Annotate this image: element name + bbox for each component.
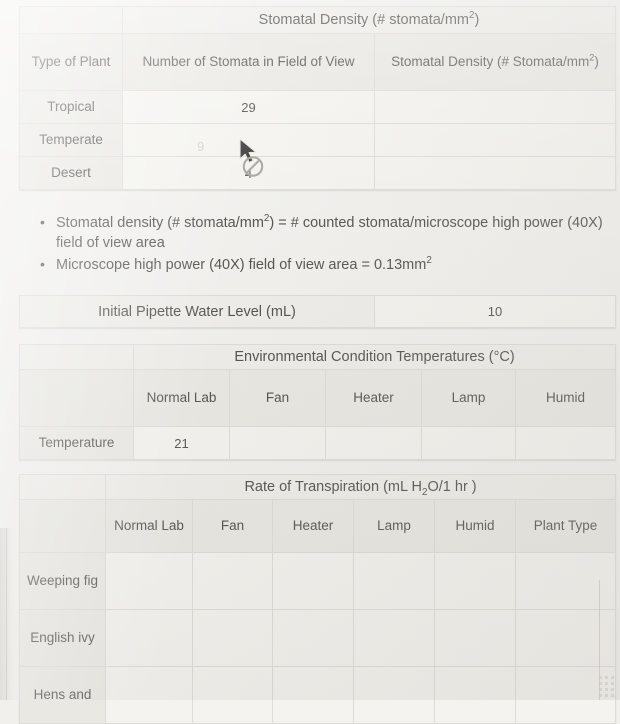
table-row: Tropical 29 (19, 90, 616, 124)
title-tail: ) (474, 12, 480, 28)
cell-english-ivy-lamp[interactable] (353, 609, 435, 667)
environmental-temperatures-table: Environmental Condition Temperatures (°C… (19, 344, 617, 460)
cell-tropical-count[interactable]: 29 (122, 90, 375, 124)
row-label-weeping-fig: Weeping fig (19, 552, 106, 610)
header-normal-lab: Normal Lab (105, 499, 193, 553)
cell-temperature-heater[interactable] (325, 426, 422, 460)
left-panel-seam (0, 528, 17, 700)
cell-weeping-fig-normal-lab[interactable] (105, 552, 193, 610)
header-heater: Heater (325, 369, 422, 427)
table-row-header: Normal Lab Fan Heater Lamp Humid (19, 369, 617, 427)
corner-cell-header (19, 499, 106, 553)
cell-desert-count[interactable]: 4 (122, 156, 375, 190)
cell-temperate-count[interactable] (122, 123, 375, 157)
table-row-title: Environmental Condition Temperatures (°C… (19, 344, 617, 370)
header-lamp: Lamp (421, 369, 516, 427)
table-row-title: Rate of Transpiration (mL H2O/1 hr ) (19, 474, 617, 500)
corner-cell (19, 474, 106, 500)
header-lamp: Lamp (353, 499, 435, 553)
rate-of-transpiration-table: Rate of Transpiration (mL H2O/1 hr ) Nor… (19, 474, 617, 724)
cell-temperature-fan[interactable] (229, 426, 326, 460)
cell-english-ivy-heater[interactable] (272, 609, 354, 667)
document-page: Stomatal Density (# stomata/mm2) Type of… (0, 0, 620, 724)
stomatal-density-table: Stomatal Density (# stomata/mm2) Type of… (19, 6, 616, 190)
list-item: Stomatal density (# stomata/mm2) = # cou… (40, 212, 620, 253)
cell-weeping-fig-plant-type[interactable] (514, 552, 617, 610)
resize-grip-handle[interactable] (599, 676, 617, 698)
cell-weeping-fig-fan[interactable] (192, 552, 273, 610)
corner-cell-header (19, 369, 134, 427)
cell-weeping-fig-heater[interactable] (272, 552, 354, 610)
cell-hens-and-lamp[interactable] (353, 666, 435, 724)
header-fan: Fan (192, 499, 273, 553)
row-label-hens-and: Hens and (19, 666, 106, 724)
row-label-tropical: Tropical (19, 90, 123, 124)
notes-list: Stomatal density (# stomata/mm2) = # cou… (34, 212, 620, 277)
cell-tropical-density[interactable] (374, 90, 616, 124)
cell-hens-and-humid[interactable] (434, 666, 516, 724)
cell-temperature-normal-lab[interactable]: 21 (133, 426, 230, 460)
table-row: Hens and (19, 666, 617, 724)
corner-cell (19, 344, 134, 370)
bullet-1-text-a: Stomatal density (# stomata/mm (56, 215, 264, 231)
header-density-tail: ) (594, 54, 599, 70)
pipette-water-level-table: Initial Pipette Water Level (mL) 10 (19, 295, 616, 328)
list-item: Microscope high power (40X) field of vie… (40, 254, 620, 275)
header-density-text: Stomatal Density (# Stomata/mm (391, 54, 590, 70)
table-row: English ivy (19, 609, 617, 667)
cell-english-ivy-normal-lab[interactable] (105, 609, 193, 667)
cell-english-ivy-humid[interactable] (434, 609, 516, 667)
table-row: Initial Pipette Water Level (mL) 10 (19, 295, 616, 328)
table-row-header: Type of Plant Number of Stomata in Field… (19, 33, 616, 91)
environment-title: Environmental Condition Temperatures (°C… (132, 344, 617, 370)
bullet-2-superscript: 2 (426, 255, 432, 267)
row-label-english-ivy: English ivy (19, 609, 106, 667)
table-row: Desert 4 (19, 156, 616, 190)
header-number-of-stomata: Number of Stomata in Field of View (122, 33, 375, 91)
pipette-value[interactable]: 10 (374, 295, 616, 328)
header-normal-lab: Normal Lab (133, 369, 230, 427)
cell-hens-and-normal-lab[interactable] (105, 666, 193, 724)
cell-english-ivy-plant-type[interactable] (514, 609, 617, 667)
table-row-header: Normal Lab Fan Heater Lamp Humid Plant T… (19, 499, 617, 553)
cell-english-ivy-fan[interactable] (192, 609, 273, 667)
cell-desert-density[interactable] (374, 156, 616, 190)
header-humid: Humid (514, 369, 617, 427)
table-row: Weeping fig (19, 552, 617, 610)
cell-temperate-density[interactable] (374, 123, 616, 157)
pipette-label: Initial Pipette Water Level (mL) (19, 295, 375, 328)
bullet-2-text-a: Microscope high power (40X) field of vie… (56, 257, 427, 273)
row-label-desert: Desert (19, 156, 123, 190)
cell-weeping-fig-humid[interactable] (434, 552, 516, 610)
row-label-temperature: Temperature (19, 426, 134, 460)
header-type-of-plant: Type of Plant (19, 33, 123, 91)
row-label-temperate: Temperate (19, 123, 123, 157)
cell-temperature-humid[interactable] (514, 426, 617, 460)
transpiration-title-b: O/1 hr ) (427, 479, 477, 495)
header-plant-type: Plant Type (514, 499, 617, 553)
cell-weeping-fig-lamp[interactable] (353, 552, 435, 610)
table-row: Temperate (19, 123, 616, 157)
header-stomatal-density: Stomatal Density (# Stomata/mm2) (374, 33, 616, 91)
table-row: Temperature 21 (19, 426, 617, 460)
title-text: Stomatal Density (# stomata/mm (258, 12, 469, 28)
header-humid: Humid (434, 499, 516, 553)
transpiration-title-a: Rate of Transpiration (mL H (244, 479, 422, 495)
transpiration-title: Rate of Transpiration (mL H2O/1 hr ) (104, 474, 617, 500)
header-heater: Heater (272, 499, 354, 553)
cell-hens-and-heater[interactable] (272, 666, 354, 724)
cell-hens-and-fan[interactable] (192, 666, 273, 724)
table-row-title: Stomatal Density (# stomata/mm2) (19, 6, 616, 34)
corner-cell (19, 6, 123, 34)
cell-temperature-lamp[interactable] (421, 426, 516, 460)
stomatal-density-title: Stomatal Density (# stomata/mm2) (122, 6, 616, 34)
header-fan: Fan (229, 369, 326, 427)
